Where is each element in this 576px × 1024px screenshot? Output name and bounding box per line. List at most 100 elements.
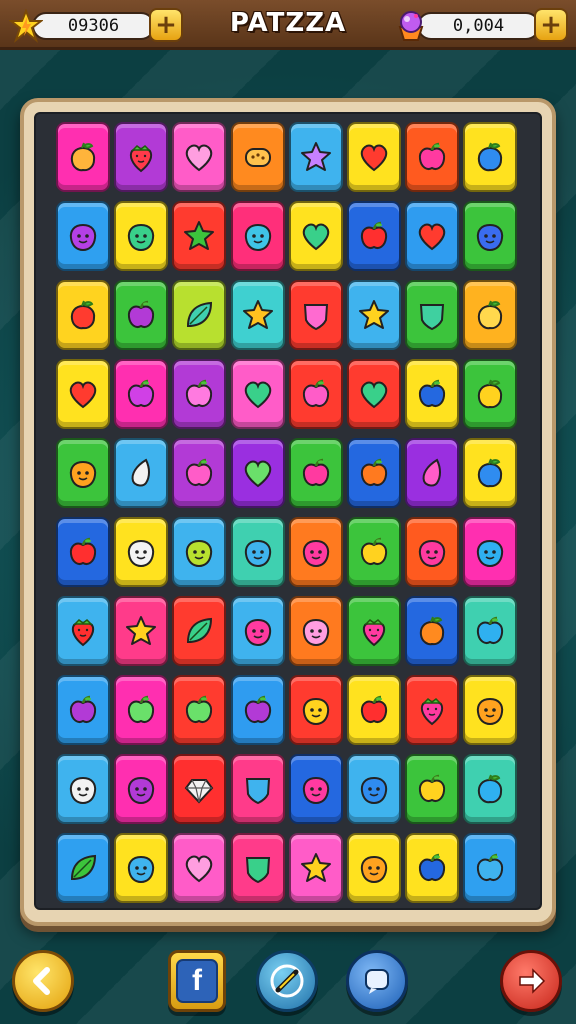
tile-r7-c6[interactable] (347, 596, 401, 666)
heart-icon (360, 144, 388, 172)
tile-r10-c2[interactable] (114, 833, 169, 903)
apple-icon (419, 142, 446, 170)
tile-r9-c1[interactable] (56, 754, 110, 824)
tile-r7-c2[interactable] (114, 596, 169, 666)
tile-r3-c1[interactable] (56, 280, 110, 350)
tile-r7-c8[interactable] (463, 596, 518, 666)
apple-icon (419, 379, 446, 407)
tile-r6-c1[interactable] (56, 517, 110, 587)
tile-r10-c1[interactable] (56, 833, 110, 903)
tile-r10-c8[interactable] (463, 833, 518, 903)
tile-r8-c3[interactable] (172, 675, 227, 745)
tile-r7-c5[interactable] (288, 596, 343, 666)
tile-r3-c2[interactable] (114, 280, 169, 350)
tile-r5-c5[interactable] (288, 438, 343, 508)
add-gem-button[interactable]: + (534, 8, 568, 42)
tile-r5-c1[interactable] (56, 438, 110, 508)
tile-r4-c7[interactable] (405, 359, 460, 429)
tile-r8-c6[interactable] (347, 675, 401, 745)
tile-r6-c2[interactable] (114, 517, 169, 587)
tile-r2-c3[interactable] (172, 201, 227, 271)
tile-r6-c5[interactable] (288, 517, 343, 587)
tile-r7-c7[interactable] (405, 596, 460, 666)
apple-icon (186, 458, 213, 486)
tile-r9-c7[interactable] (405, 754, 460, 824)
facebook-button[interactable]: f (168, 950, 226, 1012)
tile-r1-c4[interactable] (230, 122, 285, 192)
tile-r8-c8[interactable] (463, 675, 518, 745)
tile-r2-c7[interactable] (405, 201, 460, 271)
tile-r10-c3[interactable] (172, 833, 227, 903)
tile-r9-c4[interactable] (230, 754, 285, 824)
tile-r3-c5[interactable] (288, 280, 343, 350)
tile-r3-c3[interactable] (172, 280, 227, 350)
tile-r4-c2[interactable] (114, 359, 169, 429)
tile-r5-c6[interactable] (347, 438, 401, 508)
tile-r7-c1[interactable] (56, 596, 110, 666)
star-icon (242, 300, 273, 329)
face-icon (244, 539, 271, 568)
tile-r2-c4[interactable] (230, 201, 285, 271)
apple-icon (128, 695, 155, 723)
tile-r5-c7[interactable] (405, 438, 460, 508)
tile-r3-c8[interactable] (463, 280, 518, 350)
tile-r8-c7[interactable] (405, 675, 460, 745)
tile-r6-c3[interactable] (172, 517, 227, 587)
tile-r10-c4[interactable] (230, 833, 285, 903)
tile-r5-c3[interactable] (172, 438, 227, 508)
tile-r4-c4[interactable] (230, 359, 285, 429)
tile-r4-c3[interactable] (172, 359, 227, 429)
face-icon (244, 618, 271, 647)
tile-r9-c2[interactable] (114, 754, 169, 824)
strawberry-icon (71, 619, 95, 647)
tile-r1-c5[interactable] (288, 122, 343, 192)
tile-r1-c2[interactable] (114, 122, 169, 192)
tile-r8-c1[interactable] (56, 675, 110, 745)
tile-r9-c3[interactable] (172, 754, 227, 824)
back-button[interactable] (12, 950, 74, 1012)
tile-r8-c2[interactable] (114, 675, 169, 745)
tile-r1-c8[interactable] (463, 122, 518, 192)
tile-r6-c6[interactable] (347, 517, 401, 587)
tile-r9-c6[interactable] (347, 754, 401, 824)
tile-r5-c4[interactable] (230, 438, 285, 508)
tile-r9-c8[interactable] (463, 754, 518, 824)
tile-r2-c6[interactable] (347, 201, 401, 271)
tile-r7-c4[interactable] (230, 596, 285, 666)
tile-r1-c1[interactable] (56, 122, 110, 192)
tile-r10-c6[interactable] (347, 833, 401, 903)
tile-r7-c3[interactable] (172, 596, 227, 666)
tile-r4-c6[interactable] (347, 359, 401, 429)
tile-r1-c7[interactable] (405, 122, 460, 192)
fruit-icon (478, 379, 503, 409)
tile-r4-c5[interactable] (288, 359, 343, 429)
tile-r6-c8[interactable] (463, 517, 518, 587)
tile-r8-c5[interactable] (288, 675, 343, 745)
face-icon (477, 697, 504, 726)
tile-r5-c2[interactable] (114, 438, 169, 508)
tile-r2-c1[interactable] (56, 201, 110, 271)
tool-button[interactable] (256, 950, 318, 1012)
tile-r2-c5[interactable] (288, 201, 343, 271)
tile-r3-c7[interactable] (405, 280, 460, 350)
strawberry-icon (421, 698, 444, 726)
tile-r2-c8[interactable] (463, 201, 518, 271)
tile-r10-c7[interactable] (405, 833, 460, 903)
tile-r1-c6[interactable] (347, 122, 401, 192)
tile-r5-c8[interactable] (463, 438, 518, 508)
star-icon (126, 616, 157, 645)
tile-r8-c4[interactable] (230, 675, 285, 745)
tile-r10-c5[interactable] (288, 833, 343, 903)
tile-r2-c2[interactable] (114, 201, 169, 271)
next-button[interactable] (500, 950, 562, 1012)
tile-r9-c5[interactable] (288, 754, 343, 824)
tile-r6-c7[interactable] (405, 517, 460, 587)
tile-r3-c6[interactable] (347, 280, 401, 350)
tile-r6-c4[interactable] (230, 517, 285, 587)
chat-bubble-icon (365, 969, 389, 994)
tile-r1-c3[interactable] (172, 122, 227, 192)
tile-r3-c4[interactable] (230, 280, 285, 350)
tile-r4-c1[interactable] (56, 359, 110, 429)
tile-r4-c8[interactable] (463, 359, 518, 429)
chat-button[interactable] (346, 950, 408, 1012)
